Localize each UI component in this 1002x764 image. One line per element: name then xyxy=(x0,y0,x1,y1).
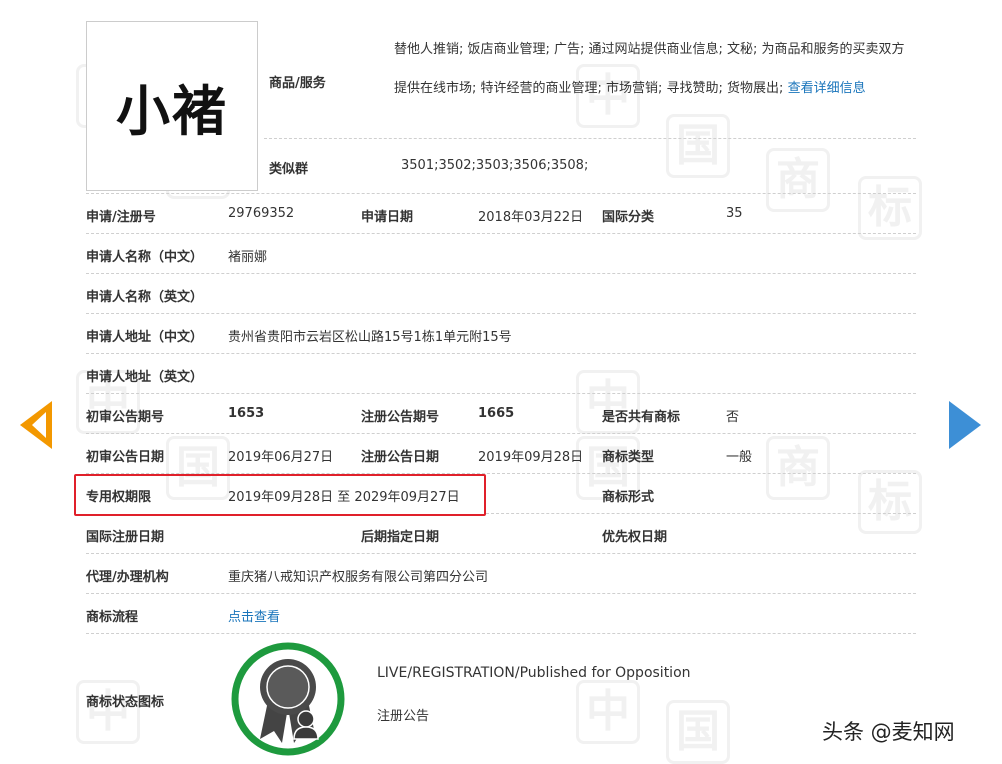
prelim-date-value: 2019年06月27日 xyxy=(228,450,334,465)
address-en-label: 申请人地址（英文） xyxy=(86,370,204,385)
similar-group-value: 3501;3502;3503;3506;3508; xyxy=(401,158,589,173)
reg-pub-no-value: 1665 xyxy=(478,406,515,421)
row-separator xyxy=(86,273,916,274)
next-arrow-icon[interactable] xyxy=(935,401,981,449)
row-separator xyxy=(86,553,916,554)
logo-text: 小褚 xyxy=(116,78,228,143)
exclusive-value: 2019年09月28日 至 2029年09月27日 xyxy=(228,490,460,505)
reg-pub-no-label: 注册公告期号 xyxy=(361,410,440,425)
status-text-en: LIVE/REGISTRATION/Published for Oppositi… xyxy=(377,665,691,681)
row-separator xyxy=(86,313,916,314)
shared-value: 否 xyxy=(726,410,740,425)
applicant-cn-label: 申请人名称（中文） xyxy=(86,250,204,265)
row-separator xyxy=(86,233,916,234)
agent-label: 代理/办理机构 xyxy=(86,570,169,585)
flow-label: 商标流程 xyxy=(86,610,139,625)
reg-pub-date-value: 2019年09月28日 xyxy=(478,450,584,465)
later-date-label: 后期指定日期 xyxy=(361,530,440,545)
row-separator xyxy=(86,193,916,194)
intl-class-label: 国际分类 xyxy=(602,210,655,225)
prelim-date-label: 初审公告日期 xyxy=(86,450,165,465)
row-separator xyxy=(86,433,916,434)
footer-brand: 头条 @麦知网 xyxy=(822,720,955,744)
row-separator xyxy=(86,393,916,394)
prelim-no-label: 初审公告期号 xyxy=(86,410,165,425)
tm-type-value: 一般 xyxy=(726,450,753,465)
trademark-logo: 小褚 xyxy=(86,21,258,191)
goods-description: 替他人推销; 饭店商业管理; 广告; 通过网站提供商业信息; 文秘; 为商品和服… xyxy=(394,30,912,108)
row-separator xyxy=(264,138,916,139)
tm-type-label: 商标类型 xyxy=(602,450,655,465)
row-separator xyxy=(486,513,916,514)
flow-link[interactable]: 点击查看 xyxy=(228,606,280,625)
row-separator xyxy=(86,593,916,594)
similar-group-label: 类似群 xyxy=(269,162,309,177)
registration-badge-icon xyxy=(231,642,345,756)
goods-more-link[interactable]: 查看详细信息 xyxy=(788,81,866,96)
row-separator xyxy=(86,353,916,354)
intl-reg-date-label: 国际注册日期 xyxy=(86,530,165,545)
shared-label: 是否共有商标 xyxy=(602,410,681,425)
intl-class-value: 35 xyxy=(726,206,743,221)
status-icon-label: 商标状态图标 xyxy=(86,695,165,710)
priority-date-label: 优先权日期 xyxy=(602,530,668,545)
applicant-cn-value: 褚丽娜 xyxy=(228,250,268,265)
status-text-cn: 注册公告 xyxy=(377,709,430,724)
exclusive-label: 专用权期限 xyxy=(86,490,152,505)
trademark-detail-page: 小褚 商品/服务 替他人推销; 饭店商业管理; 广告; 通过网站提供商业信息; … xyxy=(0,0,1002,764)
reg-pub-date-label: 注册公告日期 xyxy=(361,450,440,465)
tm-form-label: 商标形式 xyxy=(602,490,655,505)
reg-no-label: 申请/注册号 xyxy=(86,210,156,225)
address-cn-value: 贵州省贵阳市云岩区松山路15号1栋1单元附15号 xyxy=(228,330,512,345)
prelim-no-value: 1653 xyxy=(228,406,265,421)
agent-value: 重庆猪八戒知识产权服务有限公司第四分公司 xyxy=(228,570,489,585)
apply-date-label: 申请日期 xyxy=(361,210,414,225)
applicant-en-label: 申请人名称（英文） xyxy=(86,290,204,305)
address-cn-label: 申请人地址（中文） xyxy=(86,330,204,345)
prev-arrow-icon[interactable] xyxy=(20,401,52,449)
row-separator xyxy=(86,633,916,634)
reg-no-value: 29769352 xyxy=(228,206,295,221)
apply-date-value: 2018年03月22日 xyxy=(478,210,584,225)
goods-label: 商品/服务 xyxy=(269,76,326,91)
